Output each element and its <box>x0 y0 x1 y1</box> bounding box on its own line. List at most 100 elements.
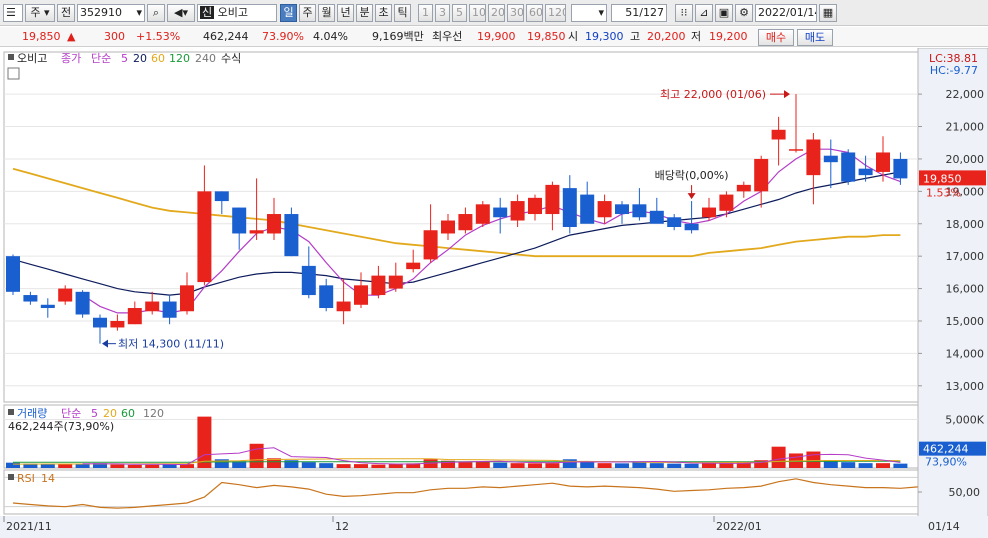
candle-body <box>110 320 125 328</box>
period-tab-4[interactable]: 분 <box>356 4 373 22</box>
quote-bar: 19,850 ▲ 300 +1.53% 462,244 73.90% 4.04%… <box>0 27 988 47</box>
candle-body <box>58 288 73 302</box>
volume-bar <box>597 463 612 468</box>
rsi-legend-name: RSI <box>17 472 35 485</box>
x-tick-label: 2022/01 <box>716 520 762 533</box>
legend-close: 종가 <box>61 52 81 65</box>
period-tab-2[interactable]: 월 <box>318 4 335 22</box>
candle <box>284 207 299 257</box>
gear-icon[interactable]: ⚙ <box>735 4 753 22</box>
candle-body <box>214 191 229 202</box>
period-tab-0[interactable]: 일 <box>280 4 297 22</box>
minute-tab-3[interactable]: 3 <box>435 4 450 22</box>
volume-bar <box>806 451 821 468</box>
volume-bar <box>58 463 73 468</box>
price-tick-label: 14,000 <box>946 347 985 360</box>
volume-bar <box>249 443 264 468</box>
last-price-label: 19,850 <box>923 172 962 185</box>
volume-bar <box>702 463 716 468</box>
volume-bar <box>458 462 473 468</box>
candle-body <box>858 168 873 176</box>
candle-body <box>649 210 664 224</box>
volume-bar <box>475 461 490 468</box>
volume-bar <box>371 464 386 468</box>
low-label: 저 <box>691 30 702 43</box>
volume-legend-item: 5 <box>91 407 98 420</box>
range-button[interactable]: 전 <box>57 4 75 22</box>
candle-body <box>475 204 490 224</box>
candle-body <box>684 223 699 231</box>
minute-tab-120[interactable]: 120 <box>545 4 566 22</box>
period-tab-6[interactable]: 틱 <box>394 4 411 22</box>
legend-ma240: 240 <box>195 52 216 65</box>
volume-legend-item: 단순 <box>61 407 81 420</box>
dividend-annotation: 배당락(0,00%) <box>655 169 729 182</box>
menu-icon[interactable]: ☰ <box>3 4 23 22</box>
minute-tab-20[interactable]: 20 <box>488 4 505 22</box>
candle-body <box>545 184 560 215</box>
candle-body <box>371 275 386 296</box>
period-tab-5[interactable]: 초 <box>375 4 392 22</box>
candle <box>6 254 20 296</box>
price-chart[interactable]: 13,00014,00015,00016,00017,00018,00019,0… <box>0 48 988 538</box>
trade-amount: 9,169백만 <box>372 30 424 43</box>
candle-body <box>441 220 455 234</box>
priority-label: 최우선 <box>432 30 463 43</box>
toolbar: ☰ 주 ▾ 전 352910 ▾ ⌕ ◀▾ 신 오비고 ▾ 51/127 ⁝⁝ ⊿… <box>0 0 988 26</box>
legend-dot-icon <box>8 54 14 60</box>
compare-icon[interactable]: ⊿ <box>695 4 713 22</box>
sell-button[interactable]: 매도 <box>797 29 833 46</box>
candle-body <box>493 207 508 218</box>
legend-ma20: 20 <box>133 52 147 65</box>
candle-body <box>319 285 334 309</box>
volume-bar <box>510 463 525 468</box>
name-field[interactable]: 신 오비고 <box>197 4 277 22</box>
legend-simple: 단순 <box>91 52 111 65</box>
speaker-icon[interactable]: ◀▾ <box>167 4 195 22</box>
candle <box>841 149 856 185</box>
market-label: 주 <box>30 6 41 19</box>
new-listing-badge: 신 <box>200 6 215 19</box>
buy-button[interactable]: 매수 <box>758 29 794 46</box>
candle-body <box>841 152 856 182</box>
save-icon[interactable]: ▣ <box>715 4 733 22</box>
period-tab-1[interactable]: 주 <box>299 4 316 22</box>
candle-body <box>388 275 403 289</box>
volume-current-text: 462,244주(73,90%) <box>8 420 114 433</box>
volume-bar <box>841 462 856 468</box>
count-display: 51/127 <box>611 4 667 22</box>
volume-bar <box>127 464 142 468</box>
minute-tab-5[interactable]: 5 <box>452 4 467 22</box>
period-tab-3[interactable]: 년 <box>337 4 354 22</box>
price-tick-label: 22,000 <box>946 88 985 101</box>
price-tick-label: 13,000 <box>946 380 985 393</box>
last-change-label: 1.53% <box>926 186 961 199</box>
up-triangle-icon: ▲ <box>67 30 76 43</box>
market-select[interactable]: 주 ▾ <box>25 4 55 22</box>
volume-bar <box>336 464 351 468</box>
candle-body <box>93 317 107 328</box>
volume-bar <box>145 464 160 468</box>
current-price: 19,850 <box>22 30 61 43</box>
minute-custom-select[interactable]: ▾ <box>571 4 607 22</box>
candle-body <box>528 197 542 215</box>
volume-bar <box>528 463 542 468</box>
volume-legend-item: 60 <box>121 407 135 420</box>
ask-price: 19,900 <box>477 30 516 43</box>
candle-body <box>336 301 351 312</box>
candle-body <box>423 230 438 260</box>
minute-tab-60[interactable]: 60 <box>526 4 543 22</box>
price-legend: 오비고 종가 단순 5 20 60 120 240 수식 <box>8 52 241 65</box>
code-input[interactable]: 352910 ▾ <box>77 4 145 22</box>
minute-tab-10[interactable]: 10 <box>469 4 486 22</box>
minute-tab-1[interactable]: 1 <box>418 4 433 22</box>
candle-body <box>806 139 821 176</box>
candle-body <box>267 214 281 234</box>
date-input[interactable]: 2022/01/14 <box>755 4 817 22</box>
price-tick-label: 18,000 <box>946 218 985 231</box>
minute-tab-30[interactable]: 30 <box>507 4 524 22</box>
rsi-legend-dot-icon <box>8 474 14 480</box>
calendar-icon[interactable]: ▦ <box>819 4 837 22</box>
grid-icon[interactable]: ⁝⁝ <box>675 4 693 22</box>
search-icon[interactable]: ⌕ <box>147 4 165 22</box>
